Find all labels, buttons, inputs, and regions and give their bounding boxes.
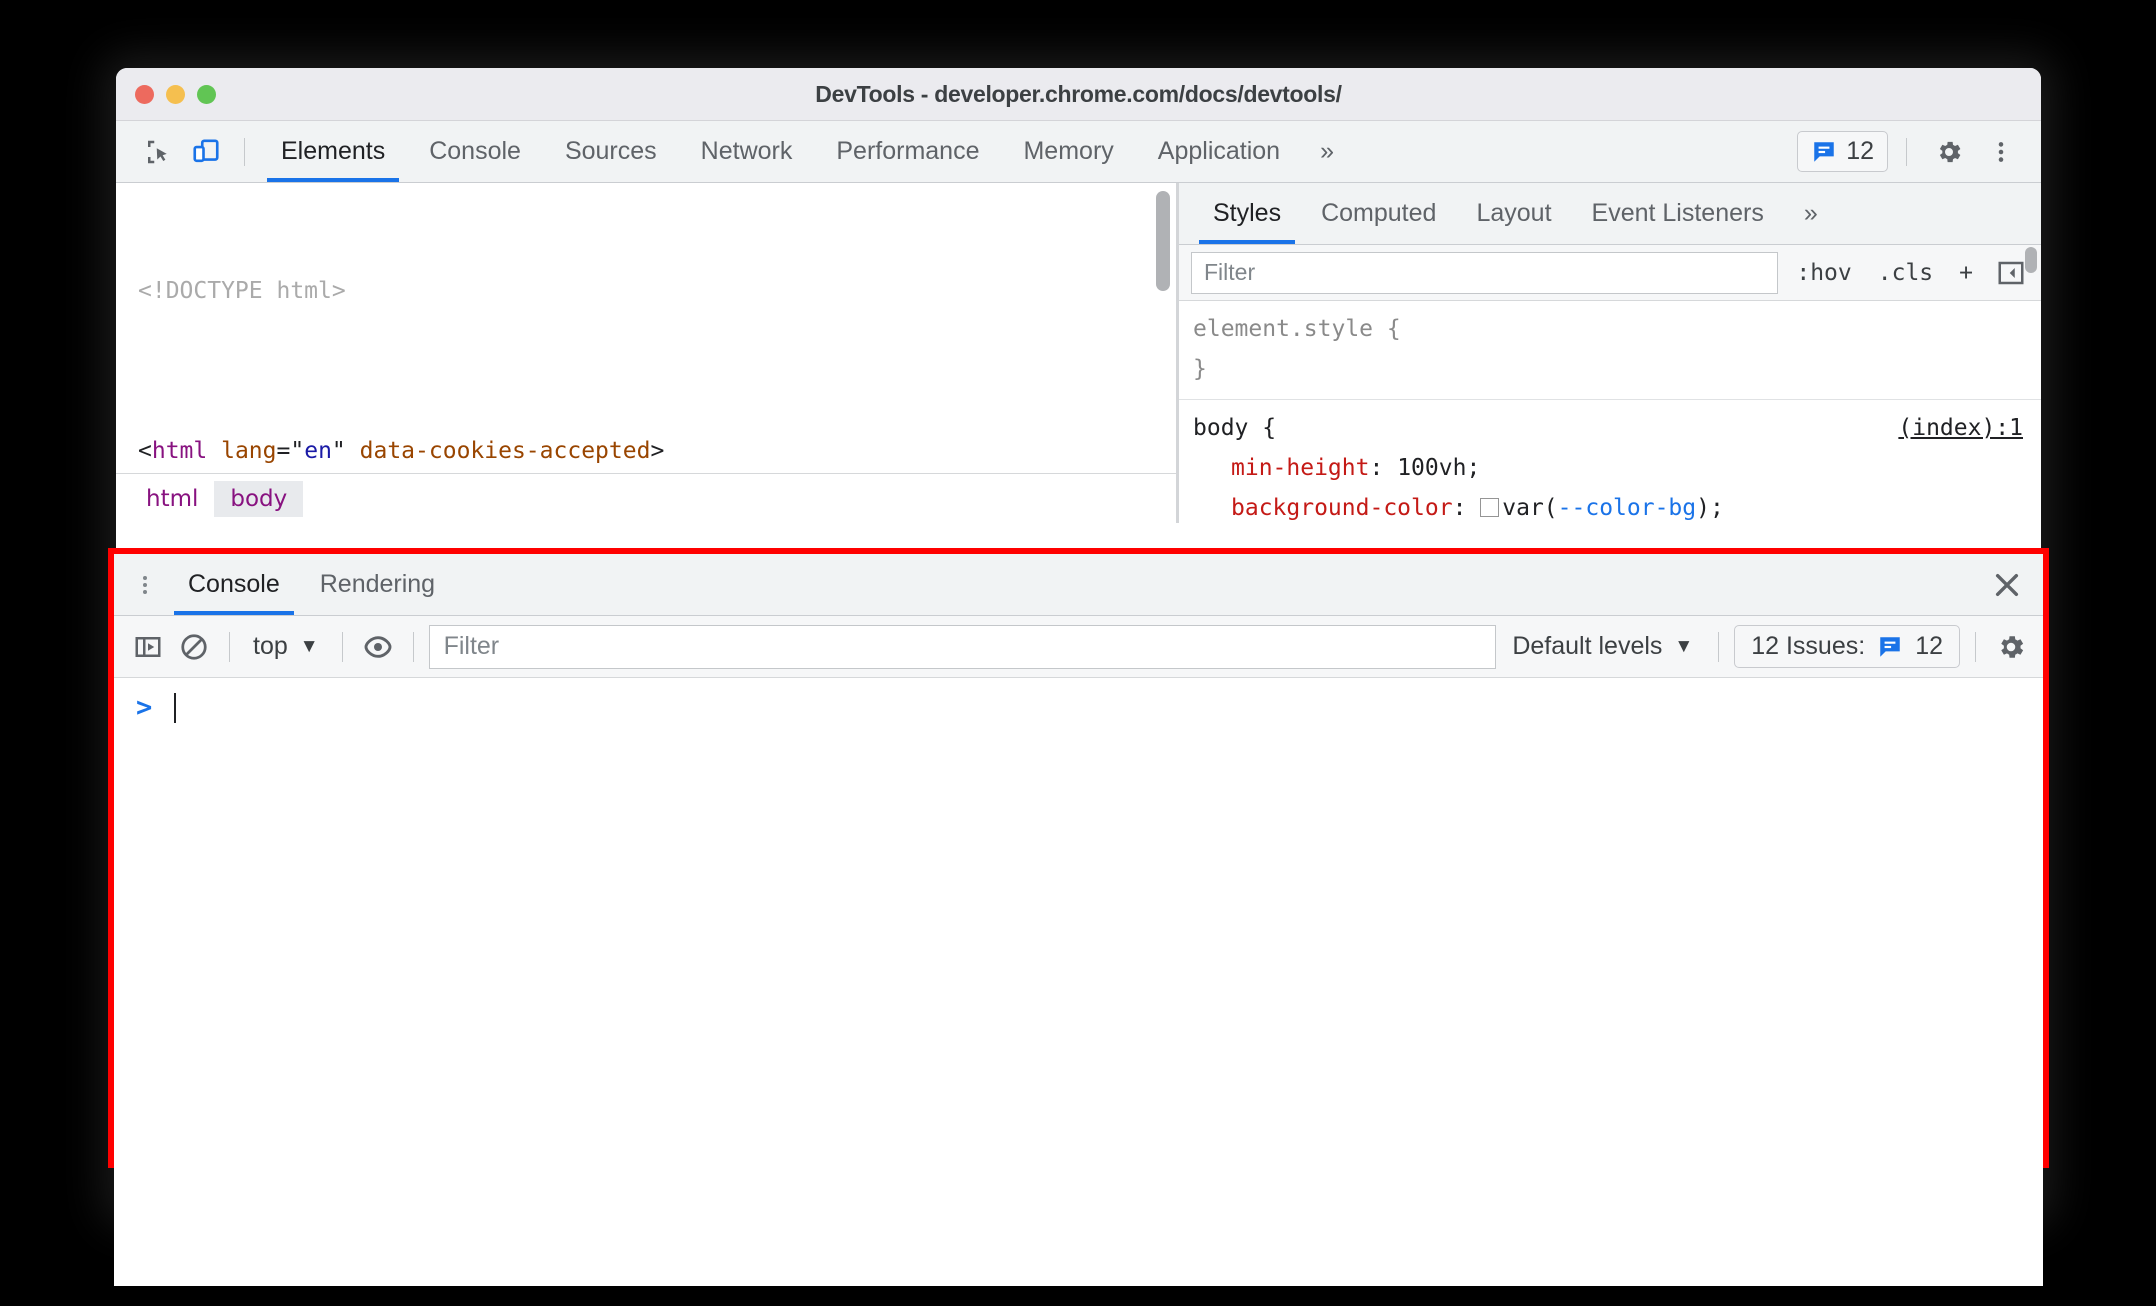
console-sidebar-icon[interactable]: [128, 627, 168, 667]
new-style-rule-button[interactable]: +: [1951, 260, 1981, 286]
styles-toolbar: Filter :hov .cls +: [1179, 245, 2041, 301]
console-prompt-row[interactable]: >: [114, 678, 2043, 723]
drawer-tab-rendering[interactable]: Rendering: [300, 554, 455, 615]
tab-computed[interactable]: Computed: [1301, 183, 1456, 244]
css-rules: element.style { } (index):1 body { min-h…: [1179, 301, 2041, 523]
drawer-tabs: Console Rendering: [114, 554, 2043, 616]
chevron-down-icon-levels: ▼: [1674, 635, 1694, 657]
css-rule-element-style[interactable]: element.style { }: [1179, 301, 2041, 400]
clear-console-icon[interactable]: [174, 627, 214, 667]
tab-console[interactable]: Console: [407, 121, 543, 182]
toolbar-divider-2: [1906, 137, 1907, 166]
css-selector-body[interactable]: body: [1193, 415, 1248, 441]
css-selector-element-style: element.style: [1193, 316, 1374, 342]
tab-memory[interactable]: Memory: [1001, 121, 1135, 182]
console-context-value: top: [253, 632, 288, 660]
tab-performance[interactable]: Performance: [814, 121, 1001, 182]
css-declaration-background-color[interactable]: background-color: var(--color-bg);: [1193, 488, 2041, 523]
console-toolbar-divider-2: [341, 631, 343, 662]
message-icon: [1814, 141, 1834, 162]
issues-counter-button[interactable]: 12: [1797, 131, 1888, 172]
css-declaration-min-height[interactable]: min-height: 100vh;: [1193, 448, 2041, 488]
console-prompt-caret: >: [136, 692, 153, 723]
tab-event-listeners[interactable]: Event Listeners: [1572, 183, 1784, 244]
console-log-levels-selector[interactable]: Default levels ▼: [1502, 632, 1703, 661]
gear-icon[interactable]: [1925, 130, 1973, 174]
window-titlebar: DevTools - developer.chrome.com/docs/dev…: [116, 68, 2041, 121]
tab-styles[interactable]: Styles: [1193, 183, 1301, 244]
console-issues-label: 12 Issues:: [1751, 632, 1866, 660]
tab-network[interactable]: Network: [679, 121, 815, 182]
kebab-menu-icon[interactable]: [1977, 130, 2025, 174]
dom-line-doctype[interactable]: <!DOCTYPE html>: [116, 271, 1176, 311]
css-rule-body[interactable]: (index):1 body { min-height: 100vh; back…: [1179, 400, 2041, 523]
tab-sources[interactable]: Sources: [543, 121, 679, 182]
console-toolbar-divider-5: [1975, 631, 1976, 662]
panels-container: <!DOCTYPE html> <html lang="en" data-coo…: [116, 183, 2041, 523]
dom-tree-scrollbar[interactable]: [1156, 191, 1170, 291]
styles-tabs: Styles Computed Layout Event Listeners »: [1179, 183, 2041, 245]
live-expression-eye-icon[interactable]: [358, 627, 398, 667]
inspect-element-icon[interactable]: [134, 130, 182, 174]
doctype-text: <!DOCTYPE html>: [138, 278, 346, 304]
console-filter-input[interactable]: Filter: [428, 624, 1497, 669]
toolbar-divider: [244, 137, 245, 166]
breadcrumb: html body: [116, 473, 1176, 523]
console-toolbar-divider-3: [412, 631, 414, 662]
console-toolbar-divider-4: [1718, 631, 1720, 662]
breadcrumb-item-body[interactable]: body: [214, 480, 304, 517]
console-drawer: Console Rendering top ▼ Filter Default l…: [108, 548, 2049, 1286]
console-context-selector[interactable]: top ▼: [245, 632, 327, 661]
message-icon-console: [1880, 636, 1900, 657]
dom-tree: <!DOCTYPE html> <html lang="en" data-coo…: [116, 183, 1176, 523]
console-issues-count: 12: [1915, 632, 1943, 660]
more-tabs-chevron-icon[interactable]: »: [1302, 137, 1352, 166]
screenshot-stage: DevTools - developer.chrome.com/docs/dev…: [0, 0, 2156, 1306]
styles-scrollbar[interactable]: [2025, 247, 2037, 273]
window-title: DevTools - developer.chrome.com/docs/dev…: [815, 80, 1342, 107]
drawer-tab-console[interactable]: Console: [168, 554, 300, 615]
css-source-link[interactable]: (index):1: [1898, 408, 2023, 448]
tab-layout[interactable]: Layout: [1456, 183, 1571, 244]
console-settings-gear-icon[interactable]: [1991, 627, 2031, 667]
tab-elements[interactable]: Elements: [259, 121, 407, 182]
console-text-cursor: [174, 692, 177, 723]
styles-more-tabs-chevron-icon[interactable]: »: [1784, 183, 1838, 244]
color-swatch-bg[interactable]: [1480, 498, 1500, 517]
panel-tabs: Elements Console Sources Network Perform…: [259, 121, 1302, 182]
drawer-kebab-menu-icon[interactable]: [122, 554, 168, 615]
log-levels-label: Default levels: [1512, 632, 1663, 660]
styles-filter-placeholder: Filter: [1204, 259, 1256, 285]
console-toolbar: top ▼ Filter Default levels ▼ 12 Issues:: [114, 616, 2043, 678]
styles-filter-input[interactable]: Filter: [1191, 251, 1779, 294]
console-output-area[interactable]: >: [114, 678, 2043, 1286]
issues-count: 12: [1846, 137, 1874, 165]
device-toolbar-icon[interactable]: [182, 130, 230, 174]
breadcrumb-item-html[interactable]: html: [130, 481, 214, 517]
dom-tree-pane: <!DOCTYPE html> <html lang="en" data-coo…: [116, 183, 1176, 523]
cls-toggle-button[interactable]: .cls: [1870, 260, 1941, 286]
tab-application[interactable]: Application: [1136, 121, 1302, 182]
hov-toggle-button[interactable]: :hov: [1788, 260, 1859, 286]
styles-pane: Styles Computed Layout Event Listeners »…: [1179, 183, 2041, 523]
chevron-down-icon: ▼: [299, 635, 319, 657]
console-filter-placeholder: Filter: [443, 632, 500, 660]
console-toolbar-divider-1: [229, 631, 230, 662]
main-toolbar: Elements Console Sources Network Perform…: [116, 121, 2041, 183]
close-icon[interactable]: [1971, 554, 2043, 615]
dom-line-html[interactable]: <html lang="en" data-cookies-accepted>: [116, 431, 1176, 471]
toolbar-right-actions: 12: [1797, 130, 2025, 174]
console-issues-button[interactable]: 12 Issues: 12: [1734, 625, 1960, 668]
